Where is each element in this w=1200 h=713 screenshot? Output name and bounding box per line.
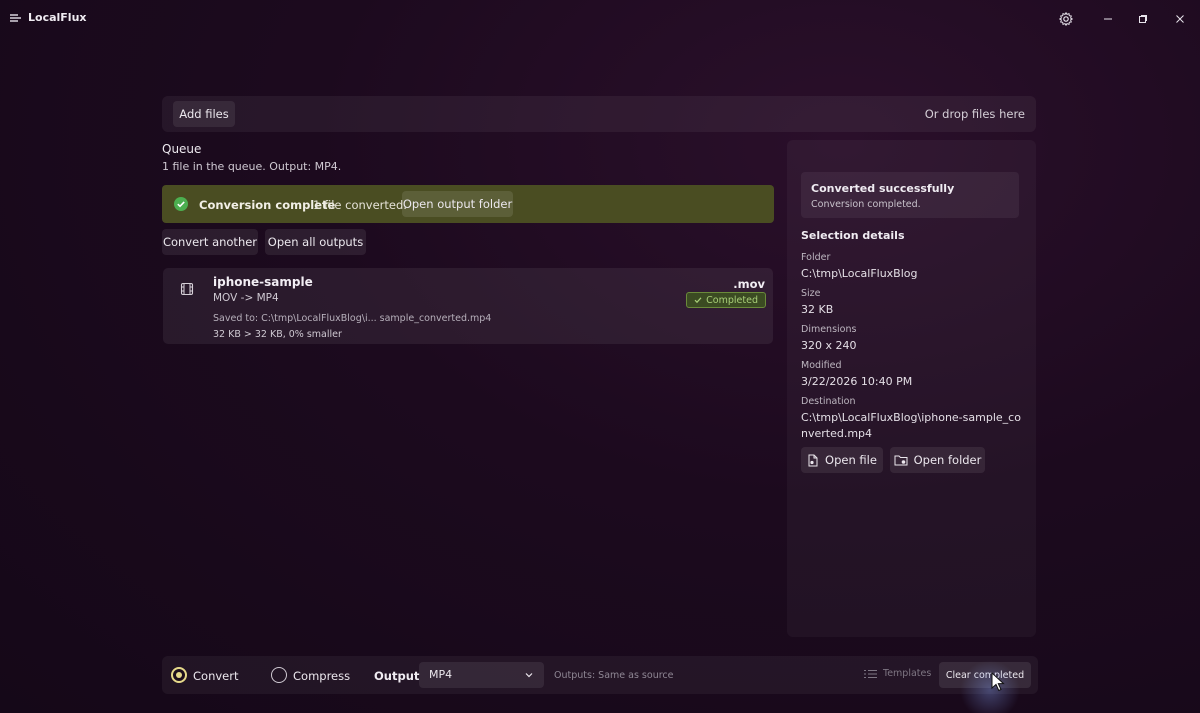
dimensions-value: 320 x 240 xyxy=(801,339,857,352)
convert-label[interactable]: Convert xyxy=(193,669,238,683)
folder-value: C:\tmp\LocalFluxBlog xyxy=(801,267,918,280)
status-text: Completed xyxy=(706,294,758,306)
size-value: 32 KB xyxy=(801,303,834,316)
minimize-button[interactable] xyxy=(1096,8,1120,30)
mouse-cursor-icon xyxy=(991,672,1005,692)
folder-label: Folder xyxy=(801,252,831,263)
minimize-icon xyxy=(1104,18,1112,20)
file-saved-path: Saved to: C:\tmp\LocalFluxBlog\i... samp… xyxy=(213,313,492,324)
status-box: Converted successfully Conversion comple… xyxy=(801,172,1019,218)
list-icon xyxy=(864,669,877,678)
queue-subtitle: 1 file in the queue. Output: MP4. xyxy=(162,160,342,173)
clear-completed-button[interactable]: Clear completed xyxy=(939,662,1031,688)
drop-zone[interactable]: Add files Or drop files here xyxy=(162,96,1036,132)
destination-label: Destination xyxy=(801,396,856,407)
queue-item[interactable]: iphone-sample MOV -> MP4 Saved to: C:\tm… xyxy=(163,268,773,344)
maximize-button[interactable] xyxy=(1131,8,1155,30)
file-size-change: 32 KB > 32 KB, 0% smaller xyxy=(213,329,342,340)
output-label: Output xyxy=(374,669,420,683)
output-format-select[interactable]: MP4 xyxy=(419,662,544,688)
bottom-toolbar: Convert Compress Output MP4 Outputs: Sam… xyxy=(162,656,1038,694)
outputs-note: Outputs: Same as source xyxy=(554,670,674,681)
selection-details-title: Selection details xyxy=(801,229,905,242)
maximize-icon xyxy=(1139,15,1147,23)
localflux-logo-icon xyxy=(10,14,21,22)
details-panel: Converted successfully Conversion comple… xyxy=(787,140,1036,637)
check-circle-icon xyxy=(174,197,188,211)
banner-message: 1 file converted. xyxy=(313,198,407,212)
status-message: Conversion completed. xyxy=(811,199,921,210)
app-title: LocalFlux xyxy=(28,11,87,24)
templates-button[interactable]: Templates xyxy=(864,668,931,679)
conversion-banner: Conversion complete 1 file converted. Op… xyxy=(162,185,774,223)
settings-button[interactable] xyxy=(1054,8,1078,30)
open-folder-label: Open folder xyxy=(913,453,982,467)
file-name: iphone-sample xyxy=(213,275,313,289)
close-icon xyxy=(1176,15,1184,23)
title-bar: LocalFlux xyxy=(0,0,1200,36)
convert-another-button[interactable]: Convert another xyxy=(162,229,258,255)
templates-label: Templates xyxy=(883,668,932,679)
modified-value: 3/22/2026 10:40 PM xyxy=(801,375,913,388)
drop-hint: Or drop files here xyxy=(924,107,1025,121)
open-file-label: Open file xyxy=(825,453,877,467)
file-open-icon xyxy=(808,454,818,466)
file-extension: .mov xyxy=(733,277,765,291)
queue-title: Queue xyxy=(162,142,202,156)
file-conversion: MOV -> MP4 xyxy=(213,292,279,304)
open-file-button[interactable]: Open file xyxy=(801,447,883,473)
film-icon xyxy=(180,282,194,296)
gear-icon xyxy=(1059,12,1073,26)
destination-value: C:\tmp\LocalFluxBlog\iphone-sample_conve… xyxy=(801,411,1021,440)
compress-radio[interactable] xyxy=(271,667,287,683)
compress-label[interactable]: Compress xyxy=(293,669,350,683)
chevron-down-icon xyxy=(525,673,533,678)
dimensions-label: Dimensions xyxy=(801,324,857,335)
add-files-button[interactable]: Add files xyxy=(173,101,235,127)
status-title: Converted successfully xyxy=(811,182,955,195)
status-badge: Completed xyxy=(686,292,766,308)
open-folder-button[interactable]: Open folder xyxy=(890,447,985,473)
check-icon xyxy=(694,297,702,304)
size-label: Size xyxy=(801,288,821,299)
open-output-folder-button[interactable]: Open output folder xyxy=(402,191,513,217)
folder-open-icon xyxy=(894,455,908,466)
close-button[interactable] xyxy=(1168,8,1192,30)
modified-label: Modified xyxy=(801,360,842,371)
output-format-value: MP4 xyxy=(429,668,453,681)
convert-radio[interactable] xyxy=(171,667,187,683)
open-all-outputs-button[interactable]: Open all outputs xyxy=(265,229,366,255)
